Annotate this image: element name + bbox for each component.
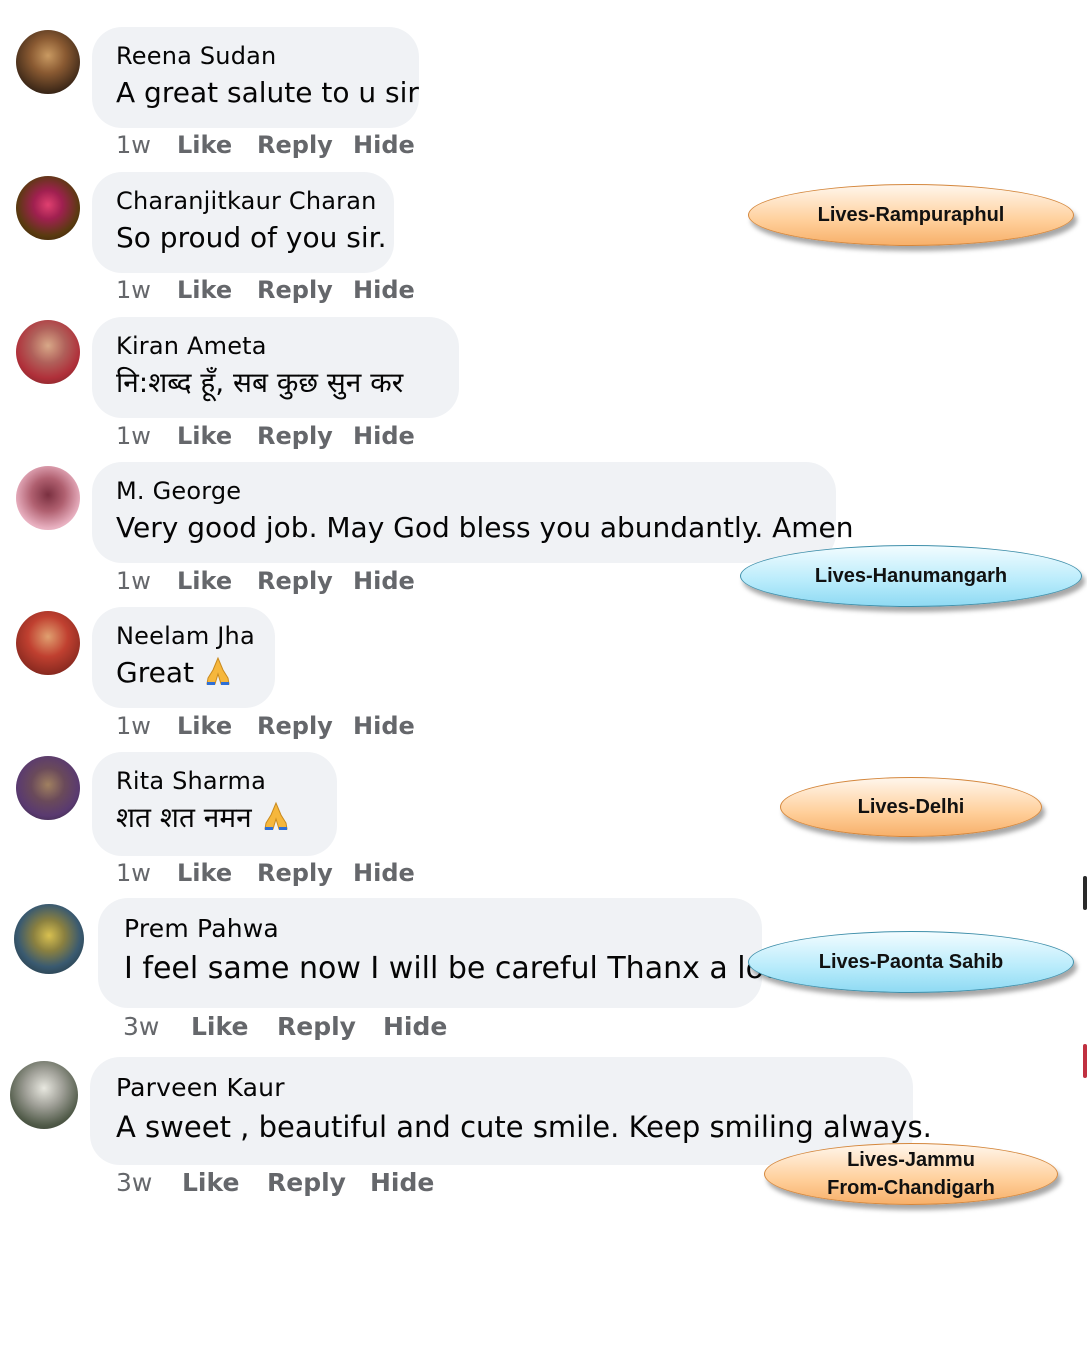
- folded-hands-icon: [206, 656, 230, 685]
- reply-button[interactable]: Reply: [257, 131, 333, 159]
- comment-bubble: Reena Sudan A great salute to u sir: [92, 27, 419, 128]
- comment-author[interactable]: Prem Pahwa: [124, 912, 738, 945]
- avatar[interactable]: [16, 756, 80, 820]
- comment-bubble: Rita Sharma शत शत नमन: [92, 752, 337, 856]
- avatar[interactable]: [16, 611, 80, 675]
- location-annotation: Lives-Hanumangarh: [740, 545, 1082, 607]
- hide-button[interactable]: Hide: [353, 422, 415, 450]
- hide-button[interactable]: Hide: [353, 859, 415, 887]
- comment-bubble: Charanjitkaur Charan So proud of you sir…: [92, 172, 394, 273]
- like-button[interactable]: Like: [177, 422, 232, 450]
- comment-author[interactable]: Rita Sharma: [116, 766, 313, 796]
- reply-button[interactable]: Reply: [257, 859, 333, 887]
- folded-hands-icon: [264, 801, 288, 830]
- comment-time[interactable]: 3w: [116, 1168, 152, 1197]
- like-button[interactable]: Like: [177, 859, 232, 887]
- comment-text: So proud of you sir.: [116, 221, 387, 254]
- like-button[interactable]: Like: [177, 567, 232, 595]
- comment-bubble: Parveen Kaur A sweet , beautiful and cut…: [90, 1057, 932, 1165]
- reply-button[interactable]: Reply: [257, 422, 333, 450]
- avatar[interactable]: [16, 176, 80, 240]
- comment-time[interactable]: 1w: [116, 712, 151, 740]
- comment-author[interactable]: Kiran Ameta: [116, 331, 435, 361]
- location-annotation: Lives-Jammu From-Chandigarh: [764, 1143, 1058, 1205]
- avatar[interactable]: [10, 1061, 78, 1129]
- edge-fragment: [1083, 1044, 1087, 1078]
- like-button[interactable]: Like: [191, 1012, 248, 1041]
- comment-author[interactable]: Reena Sudan: [116, 41, 395, 71]
- comment-text-row: शत शत नमन: [116, 798, 313, 838]
- comment-text: I feel same now I will be careful Thanx …: [124, 951, 776, 986]
- edge-fragment: [1083, 876, 1087, 910]
- like-button[interactable]: Like: [182, 1168, 239, 1197]
- comment-author[interactable]: Charanjitkaur Charan: [116, 186, 376, 216]
- comment-text: शत शत नमन: [116, 801, 252, 834]
- reply-button[interactable]: Reply: [257, 712, 333, 740]
- comment-time[interactable]: 1w: [116, 567, 151, 595]
- reply-button[interactable]: Reply: [257, 276, 333, 304]
- location-annotation: Lives-Delhi: [780, 777, 1042, 837]
- avatar[interactable]: [16, 320, 80, 384]
- hide-button[interactable]: Hide: [370, 1168, 434, 1197]
- comment-author[interactable]: M. George: [116, 476, 812, 506]
- comment-time[interactable]: 1w: [116, 276, 151, 304]
- hide-button[interactable]: Hide: [353, 712, 415, 740]
- comment-time[interactable]: 1w: [116, 859, 151, 887]
- hide-button[interactable]: Hide: [353, 567, 415, 595]
- avatar[interactable]: [16, 30, 80, 94]
- annotation-line: From-Chandigarh: [827, 1177, 995, 1199]
- comment-bubble: M. George Very good job. May God bless y…: [92, 462, 854, 563]
- comment-time[interactable]: 1w: [116, 131, 151, 159]
- location-annotation: Lives-Rampuraphul: [748, 184, 1074, 246]
- comment-text: नि:शब्द हूँ, सब कुछ सुन कर: [116, 366, 404, 399]
- comment-text: Very good job. May God bless you abundan…: [116, 511, 854, 544]
- like-button[interactable]: Like: [177, 276, 232, 304]
- like-button[interactable]: Like: [177, 131, 232, 159]
- reply-button[interactable]: Reply: [257, 567, 333, 595]
- hide-button[interactable]: Hide: [383, 1012, 447, 1041]
- comment-text: A great salute to u sir: [116, 76, 419, 109]
- comment-time[interactable]: 3w: [123, 1012, 159, 1041]
- comment-text: A sweet , beautiful and cute smile. Keep…: [116, 1110, 932, 1144]
- comment-bubble: Neelam Jha Great: [92, 607, 275, 708]
- like-button[interactable]: Like: [177, 712, 232, 740]
- hide-button[interactable]: Hide: [353, 276, 415, 304]
- comment-time[interactable]: 1w: [116, 422, 151, 450]
- comment-text-row: Great: [116, 653, 251, 693]
- comment-bubble: Prem Pahwa I feel same now I will be car…: [98, 898, 776, 1008]
- annotation-line: Lives-Jammu: [847, 1149, 975, 1171]
- reply-button[interactable]: Reply: [277, 1012, 356, 1041]
- avatar[interactable]: [14, 904, 84, 974]
- comment-bubble: Kiran Ameta नि:शब्द हूँ, सब कुछ सुन कर: [92, 317, 459, 418]
- comment-author[interactable]: Parveen Kaur: [116, 1071, 889, 1104]
- comment-author[interactable]: Neelam Jha: [116, 621, 255, 651]
- comment-text: Great: [116, 656, 194, 689]
- reply-button[interactable]: Reply: [267, 1168, 346, 1197]
- location-annotation: Lives-Paonta Sahib: [748, 931, 1074, 993]
- avatar[interactable]: [16, 466, 80, 530]
- hide-button[interactable]: Hide: [353, 131, 415, 159]
